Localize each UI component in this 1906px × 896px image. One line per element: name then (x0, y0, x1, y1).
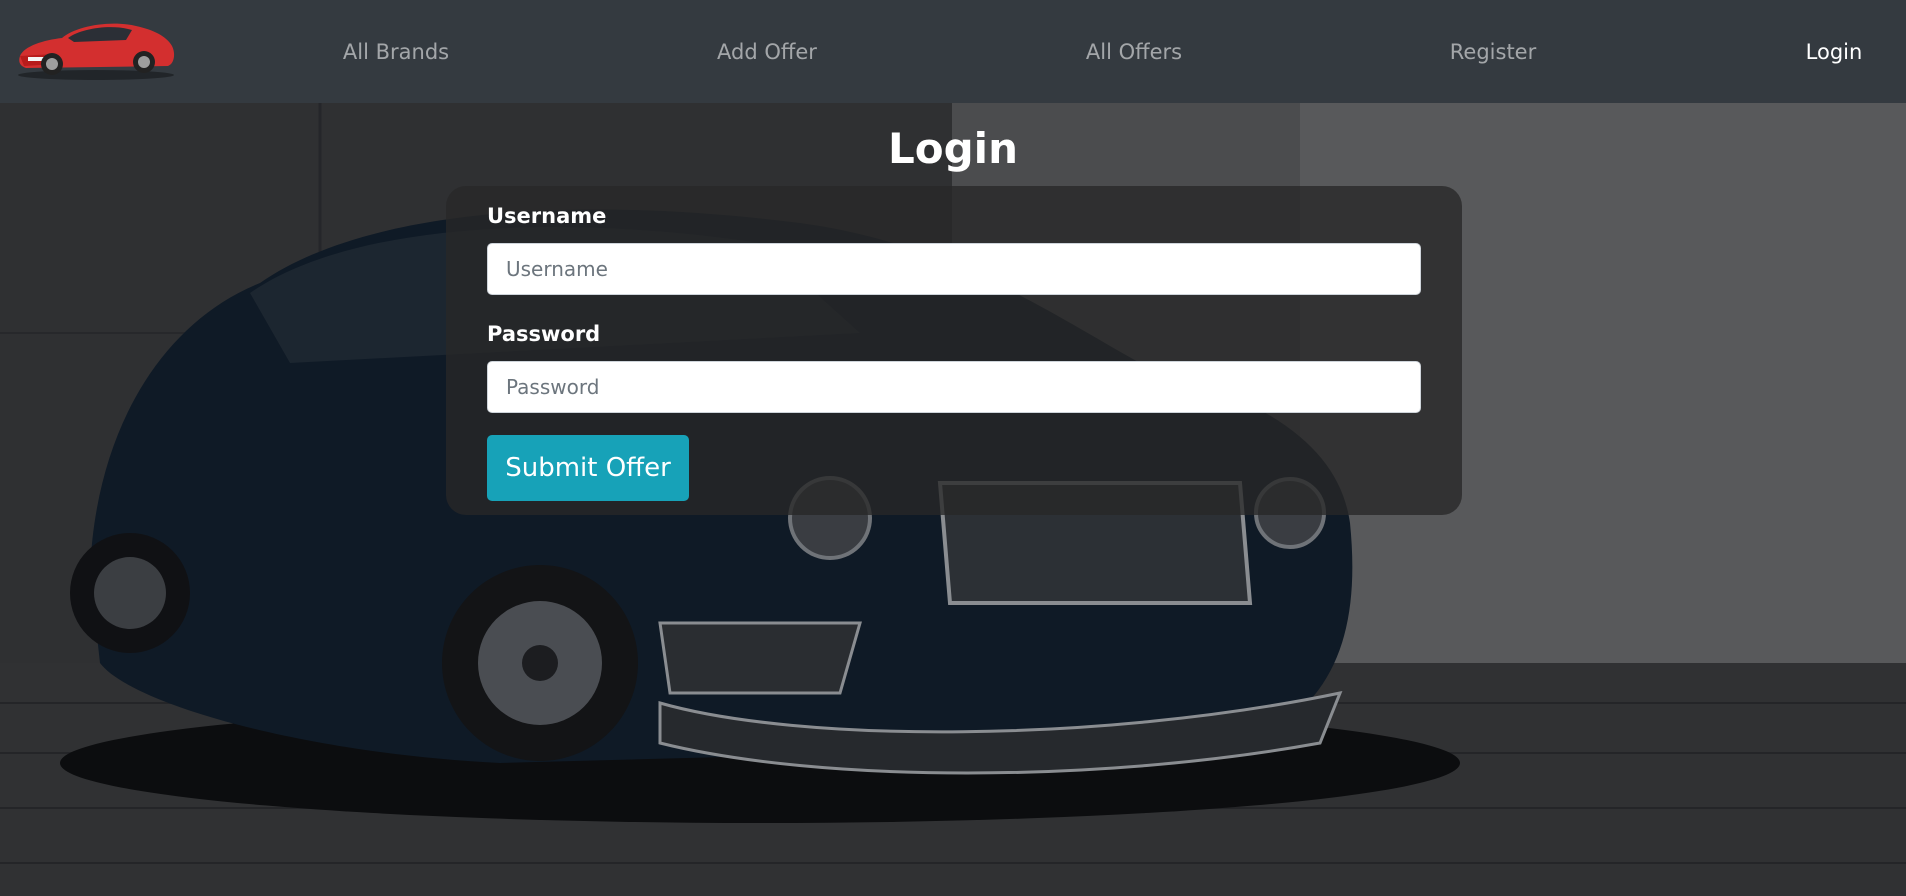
nav-add-offer[interactable]: Add Offer (717, 0, 817, 103)
nav-all-offers[interactable]: All Offers (1086, 0, 1182, 103)
username-label: Username (487, 204, 607, 228)
password-label: Password (487, 322, 601, 346)
password-input[interactable] (487, 361, 1421, 413)
hero-background: Login Username Password Submit Offer (0, 103, 1906, 896)
username-input[interactable] (487, 243, 1421, 295)
top-navbar: All Brands Add Offer All Offers Register… (0, 0, 1906, 103)
submit-button[interactable]: Submit Offer (487, 435, 689, 501)
nav-all-brands[interactable]: All Brands (343, 0, 449, 103)
page-title: Login (888, 124, 1018, 173)
nav-register[interactable]: Register (1450, 0, 1536, 103)
car-logo-icon[interactable] (14, 12, 178, 82)
login-form: Username Password Submit Offer (446, 186, 1462, 515)
nav-login[interactable]: Login (1806, 0, 1863, 103)
